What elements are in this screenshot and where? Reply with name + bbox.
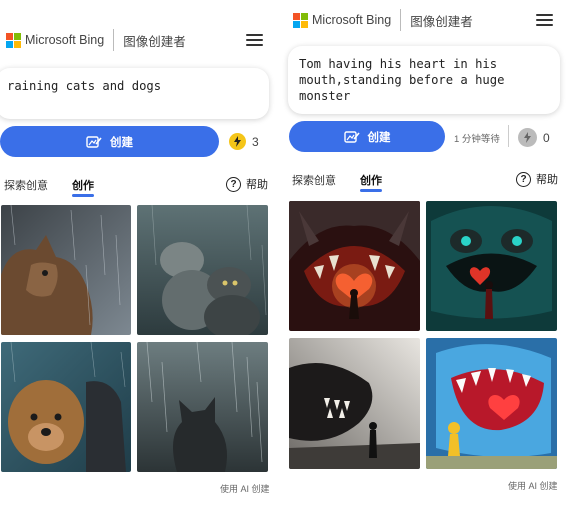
page-title: 图像创建者 — [123, 34, 186, 49]
tab-explore[interactable]: 探索创意 — [4, 177, 48, 193]
brand-name[interactable]: Microsoft Bing — [25, 33, 104, 47]
tab-create[interactable]: 创作 — [72, 177, 94, 193]
boost-indicator[interactable]: 3 — [229, 133, 259, 150]
header-divider — [113, 29, 115, 51]
help-link[interactable]: ? 帮助 — [516, 171, 558, 187]
boost-count: 3 — [252, 134, 259, 149]
wait-time-label: 1 分钟等待 — [454, 134, 500, 145]
generated-image-2[interactable] — [137, 205, 268, 335]
brand-name[interactable]: Microsoft Bing — [312, 13, 391, 27]
left-panel: Microsoft Bing 图像创建者 raining cats and do… — [0, 0, 276, 515]
boost-bolt-icon — [229, 133, 246, 150]
help-icon: ? — [226, 176, 241, 192]
create-button[interactable]: 创建 — [0, 126, 219, 157]
header: Microsoft Bing 图像创建者 — [0, 20, 276, 60]
menu-icon[interactable] — [536, 14, 553, 26]
prompt-input[interactable]: Tom having his heart in his mouth,standi… — [288, 46, 560, 114]
boost-count: 0 — [543, 130, 550, 145]
tab-bar: 探索创意 创作 ? 帮助 — [0, 172, 276, 198]
boost-bolt-icon — [518, 128, 537, 147]
header-divider — [400, 9, 402, 31]
microsoft-logo-icon — [6, 32, 21, 48]
header: Microsoft Bing 图像创建者 — [282, 0, 572, 40]
create-label: 创建 — [367, 131, 391, 144]
help-label: 帮助 — [246, 179, 268, 191]
generated-image-1[interactable] — [1, 205, 131, 335]
menu-icon[interactable] — [246, 34, 263, 46]
create-brush-icon — [86, 135, 102, 148]
create-button[interactable]: 创建 — [289, 121, 445, 152]
generated-image-1[interactable] — [289, 201, 420, 331]
generated-image-3[interactable] — [1, 342, 131, 472]
boost-divider — [508, 125, 509, 147]
help-icon: ? — [516, 171, 531, 187]
tab-bar: 探索创意 创作 ? 帮助 — [282, 167, 572, 193]
microsoft-logo-icon — [293, 12, 308, 28]
boost-indicator[interactable]: 0 — [518, 128, 550, 147]
footer-note: 使用 AI 创建 — [220, 484, 270, 494]
footer-note: 使用 AI 创建 — [508, 481, 558, 491]
right-panel: Microsoft Bing 图像创建者 Tom having his hear… — [282, 0, 572, 515]
create-label: 创建 — [110, 136, 133, 149]
generated-image-4[interactable] — [426, 338, 557, 469]
tab-explore[interactable]: 探索创意 — [292, 172, 336, 188]
create-brush-icon — [343, 130, 360, 143]
help-label: 帮助 — [536, 174, 558, 186]
generated-image-4[interactable] — [137, 342, 268, 472]
prompt-input[interactable]: raining cats and dogs — [0, 68, 269, 119]
active-tab-indicator — [72, 194, 94, 197]
active-tab-indicator — [360, 189, 382, 192]
tab-create[interactable]: 创作 — [360, 172, 382, 188]
page-title: 图像创建者 — [410, 14, 473, 29]
help-link[interactable]: ? 帮助 — [226, 176, 268, 192]
generated-image-2[interactable] — [426, 201, 557, 331]
generated-image-3[interactable] — [289, 338, 420, 469]
